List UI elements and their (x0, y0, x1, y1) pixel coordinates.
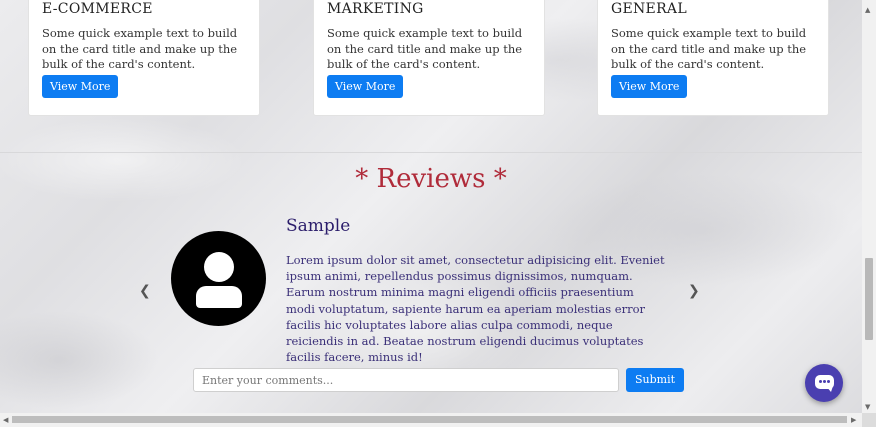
vertical-scrollbar[interactable]: ▲ ▼ (862, 0, 876, 413)
card-title: MARKETING (327, 1, 424, 17)
card-title: E-COMMERCE (42, 1, 153, 17)
submit-button[interactable]: Submit (626, 368, 685, 392)
avatar (171, 231, 266, 326)
scroll-right-icon[interactable]: ▶ (851, 416, 856, 424)
scrollbar-corner (862, 413, 876, 427)
card-text: Some quick example text to build on the … (611, 26, 807, 71)
card-text: Some quick example text to build on the … (42, 26, 238, 71)
card-text: Some quick example text to build on the … (327, 26, 523, 71)
view-more-button[interactable]: View More (327, 75, 404, 98)
view-more-button[interactable]: View More (42, 75, 119, 98)
view-more-button[interactable]: View More (611, 75, 688, 98)
chevron-right-icon[interactable]: ❯ (688, 283, 700, 299)
chevron-left-icon[interactable]: ❮ (139, 283, 151, 299)
reviewer-name: Sample (286, 216, 351, 236)
horizontal-scroll-thumb[interactable] (12, 416, 847, 423)
reviews-heading: * Reviews * (355, 164, 507, 194)
user-icon (204, 252, 234, 282)
card-title: GENERAL (611, 1, 687, 17)
scroll-up-icon[interactable]: ▲ (865, 6, 870, 14)
chat-button[interactable] (805, 364, 843, 402)
vertical-scroll-thumb[interactable] (865, 258, 873, 340)
card-general: GENERAL Some quick example text to build… (597, 0, 829, 116)
review-text: Lorem ipsum dolor sit amet, consectetur … (286, 253, 665, 365)
horizontal-scrollbar[interactable]: ◀ ▶ (0, 413, 862, 427)
comment-input[interactable] (193, 368, 619, 392)
scroll-left-icon[interactable]: ◀ (3, 416, 8, 424)
card-marketing: MARKETING Some quick example text to bui… (313, 0, 545, 116)
card-ecommerce: E-COMMERCE Some quick example text to bu… (28, 0, 260, 116)
section-divider (0, 152, 862, 153)
scroll-down-icon[interactable]: ▼ (865, 403, 870, 411)
